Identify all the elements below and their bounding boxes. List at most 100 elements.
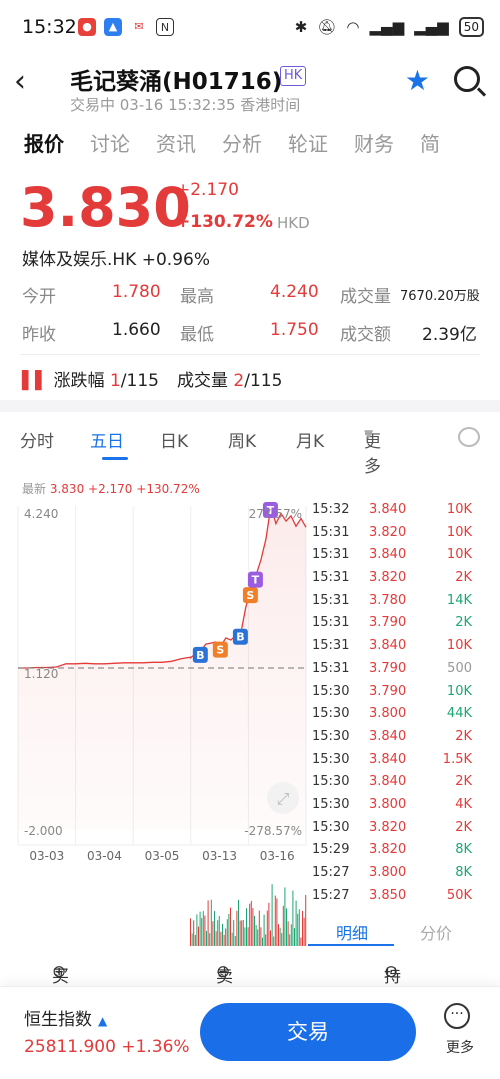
- tab-news[interactable]: 资讯: [156, 128, 196, 157]
- chevron-down-icon: ▼: [364, 427, 374, 441]
- trade-volume: 2K: [455, 615, 472, 631]
- tab-daily-k[interactable]: 日K: [160, 427, 188, 452]
- trade-volume: 2K: [455, 728, 472, 744]
- volume-bar: [294, 928, 295, 946]
- trade-volume: 10K: [446, 547, 472, 563]
- more-label[interactable]: 更多: [446, 1037, 474, 1057]
- volume-bar: [239, 920, 241, 946]
- volume-bar: [214, 911, 215, 946]
- trade-time: 15:30: [312, 683, 350, 699]
- back-icon[interactable]: ‹: [14, 64, 26, 99]
- trade-time: 15:30: [312, 819, 350, 835]
- more-icon[interactable]: ···: [444, 1003, 470, 1029]
- tab-profile[interactable]: 简: [420, 128, 440, 157]
- trade-row: 15:27 3.800 8K: [312, 863, 482, 886]
- star-icon[interactable]: ★: [405, 64, 430, 97]
- volume-bar: [298, 909, 300, 946]
- weibo-icon: ●: [78, 18, 96, 36]
- trade-row: 15:31 3.780 14K: [312, 591, 482, 614]
- index-ticker[interactable]: 恒生指数 ▲: [24, 1005, 107, 1030]
- stat-label: 最低: [180, 325, 214, 345]
- volume-bar: [244, 927, 246, 946]
- trade-price: 3.790: [369, 615, 407, 631]
- stat-label: 今开: [22, 287, 56, 307]
- caret-up-icon: ▲: [98, 1014, 108, 1028]
- eye-icon[interactable]: [458, 427, 480, 447]
- tab-finance[interactable]: 财务: [354, 128, 394, 157]
- tab-detail[interactable]: 明细: [336, 920, 368, 944]
- trade-detail-list[interactable]: 15:32 3.840 10K 15:31 3.820 10K 15:31 3.840 10K 1…: [312, 500, 482, 908]
- trade-marker[interactable]: T: [247, 571, 263, 588]
- volume-bar: [249, 903, 251, 946]
- volume-bar: [215, 931, 217, 946]
- rank-change-total: /115: [120, 371, 159, 391]
- trade-row: 15:30 3.800 4K: [312, 795, 482, 818]
- volume-bar: [281, 933, 283, 946]
- trade-marker[interactable]: B: [192, 646, 208, 663]
- volume-bar: [191, 933, 193, 946]
- tab-five-day[interactable]: 五日: [90, 427, 124, 452]
- chart-tabs: 分时 五日 日K 周K 月K 更多 ▼: [20, 427, 480, 477]
- stat-value: 1.660: [112, 320, 161, 340]
- tab-warrants[interactable]: 轮证: [288, 128, 328, 157]
- rank-row[interactable]: ▌▌ 涨跌幅 1/115 成交量 2/115: [22, 366, 282, 391]
- y-bottom-label: -2.000: [24, 824, 63, 838]
- header: ‹ 毛记葵涌(H01716) HK 交易中 03-16 15:32:35 香港时…: [0, 60, 500, 120]
- tab-monthly-k[interactable]: 月K: [296, 427, 324, 452]
- trade-time: 15:31: [312, 547, 350, 563]
- search-icon[interactable]: [454, 66, 480, 92]
- trade-volume: 14K: [446, 592, 472, 608]
- volume-bar: [263, 914, 265, 946]
- trade-price: 3.800: [369, 706, 407, 722]
- trade-button[interactable]: 交易: [200, 1003, 416, 1061]
- volume-bar: [212, 921, 214, 946]
- volume-bar: [238, 899, 239, 946]
- five-day-chart[interactable]: B SBSTT 4.240 1.120 -2.000 277.57% -278.5…: [16, 500, 308, 950]
- tab-price-distribution[interactable]: 分价: [420, 920, 452, 944]
- tab-intraday[interactable]: 分时: [20, 427, 54, 452]
- trade-price: 3.840: [369, 774, 407, 790]
- volume-bars: [190, 884, 307, 946]
- volume-bar: [262, 937, 263, 946]
- quick-actions: ⊕ 买入 ⊖ 卖出 ⊙ 持仓: [0, 962, 500, 1012]
- rank-change: ▌▌ 涨跌幅 1/115: [22, 366, 159, 391]
- bottom-bar: 恒生指数 ▲ 25811.900 +1.36% 交易 ··· 更多: [0, 986, 500, 1079]
- x-axis-label: 03-05: [145, 849, 180, 863]
- trade-price: 3.840: [369, 638, 407, 654]
- volume-bar: [258, 910, 260, 946]
- stat-label: 成交额: [340, 325, 391, 345]
- trade-marker[interactable]: B: [232, 628, 248, 645]
- latest-price: 3.830: [49, 482, 85, 496]
- volume-bar: [286, 908, 287, 946]
- trade-row: 15:31 3.790 500: [312, 659, 482, 682]
- volume-bar: [202, 911, 204, 946]
- trade-volume: 8K: [455, 842, 472, 858]
- trade-volume: 2K: [455, 570, 472, 586]
- volume-bar: [223, 934, 225, 946]
- tab-analysis[interactable]: 分析: [222, 128, 262, 157]
- trade-volume: 10K: [446, 683, 472, 699]
- nfc-icon: N: [156, 18, 174, 36]
- trade-row: 15:30 3.800 44K: [312, 704, 482, 727]
- fullscreen-icon[interactable]: ⤢: [267, 782, 299, 814]
- trade-volume: 4K: [455, 796, 472, 812]
- battery-icon: 50: [458, 17, 484, 37]
- x-axis-label: 03-16: [260, 849, 295, 863]
- tab-discussion[interactable]: 讨论: [90, 128, 130, 157]
- trade-price: 3.790: [369, 660, 407, 676]
- tab-weekly-k[interactable]: 周K: [228, 427, 256, 452]
- trade-marker-label: B: [236, 631, 244, 644]
- trade-marker[interactable]: S: [212, 641, 228, 658]
- rank-change-label: 涨跌幅: [53, 371, 105, 391]
- trade-price: 3.840: [369, 751, 407, 767]
- stock-title: 毛记葵涌(H01716): [70, 69, 283, 95]
- volume-bar: [222, 923, 223, 946]
- sector-performance[interactable]: 媒体及娱乐.HK +0.96%: [22, 245, 210, 270]
- trade-price: 3.800: [369, 865, 407, 880]
- trade-marker[interactable]: S: [242, 587, 258, 604]
- trade-row: 15:31 3.790 2K: [312, 613, 482, 636]
- active-tab-indicator: [102, 457, 128, 460]
- tab-quote[interactable]: 报价: [24, 128, 64, 157]
- stat-value: 7670.20万股: [400, 289, 480, 304]
- volume-bar: [265, 934, 267, 946]
